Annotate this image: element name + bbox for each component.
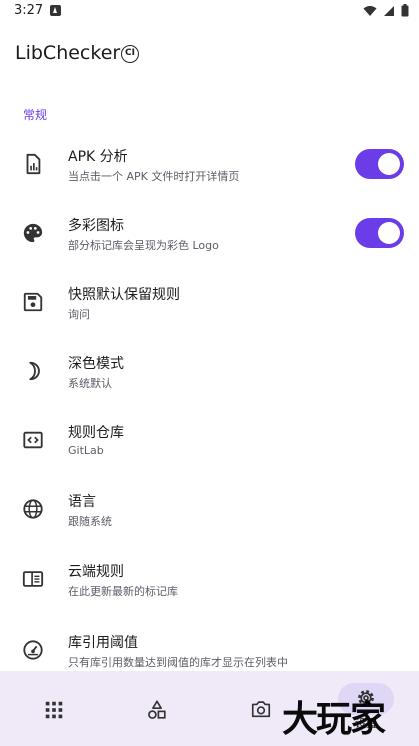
pref-summary: 只有库引用数量达到阈值的库才显示在列表中	[68, 656, 288, 669]
globe-icon	[23, 499, 43, 519]
ci-badge: CI	[121, 45, 139, 63]
pref-summary: 跟随系统	[68, 515, 112, 528]
pref-summary: 在此更新最新的标记库	[68, 585, 178, 598]
pref-title: 语言	[68, 494, 96, 510]
app-bar: LibChecker CI	[0, 30, 419, 78]
colorful-icons-switch[interactable]	[355, 218, 404, 248]
apk-analysis-icon	[26, 153, 41, 175]
pref-title: 规则仓库	[68, 425, 124, 441]
status-bar: 3:27	[0, 0, 419, 24]
gauge-icon	[23, 640, 43, 660]
status-time: 3:27	[14, 3, 44, 18]
pref-summary: 当点击一个 APK 文件时打开详情页	[68, 170, 240, 183]
pref-title: 库引用阈值	[68, 635, 138, 651]
nav-item-statistics[interactable]	[127, 671, 187, 746]
section-header-general: 常规	[23, 108, 48, 122]
notification-icon	[50, 5, 61, 16]
switch-thumb	[378, 222, 400, 244]
pref-colorful-icons[interactable]: 多彩图标 部分标记库会呈现为彩色 Logo	[0, 199, 419, 267]
save-icon	[23, 292, 43, 312]
status-icons	[363, 4, 409, 17]
pref-cloud-rules[interactable]: 云端规则 在此更新最新的标记库	[0, 545, 419, 613]
pref-language[interactable]: 语言 跟随系统	[0, 475, 419, 543]
pref-title: 快照默认保留规则	[68, 287, 180, 303]
pref-snapshot-keep[interactable]: 快照默认保留规则 询问	[0, 268, 419, 336]
pref-rules-repo[interactable]: 规则仓库 GitLab	[0, 406, 419, 474]
watermark: 大玩家	[282, 698, 386, 740]
moon-icon	[29, 361, 40, 381]
signal-icon	[384, 5, 394, 16]
pref-summary: 部分标记库会呈现为彩色 Logo	[68, 239, 219, 252]
pref-summary: 询问	[68, 308, 90, 321]
pref-summary: 系统默认	[68, 377, 112, 390]
switch-thumb	[378, 153, 400, 175]
apk-analysis-switch[interactable]	[355, 149, 404, 179]
pref-title: 深色模式	[68, 356, 124, 372]
pref-apk-analysis[interactable]: APK 分析 当点击一个 APK 文件时打开详情页	[0, 130, 419, 198]
cloud-rules-icon	[22, 571, 44, 587]
battery-icon	[401, 4, 409, 17]
palette-icon	[23, 223, 43, 243]
apps-grid-icon	[45, 701, 63, 719]
wifi-icon	[363, 5, 377, 16]
pref-title: APK 分析	[68, 149, 128, 165]
shapes-icon	[148, 700, 166, 719]
nav-item-apps[interactable]	[23, 671, 83, 746]
pref-title: 多彩图标	[68, 218, 124, 234]
app-title: LibChecker	[15, 42, 121, 64]
pref-dark-mode[interactable]: 深色模式 系统默认	[0, 337, 419, 405]
code-repo-icon	[23, 431, 43, 449]
pref-title: 云端规则	[68, 564, 124, 580]
camera-icon	[251, 701, 271, 718]
pref-summary: GitLab	[68, 444, 104, 457]
